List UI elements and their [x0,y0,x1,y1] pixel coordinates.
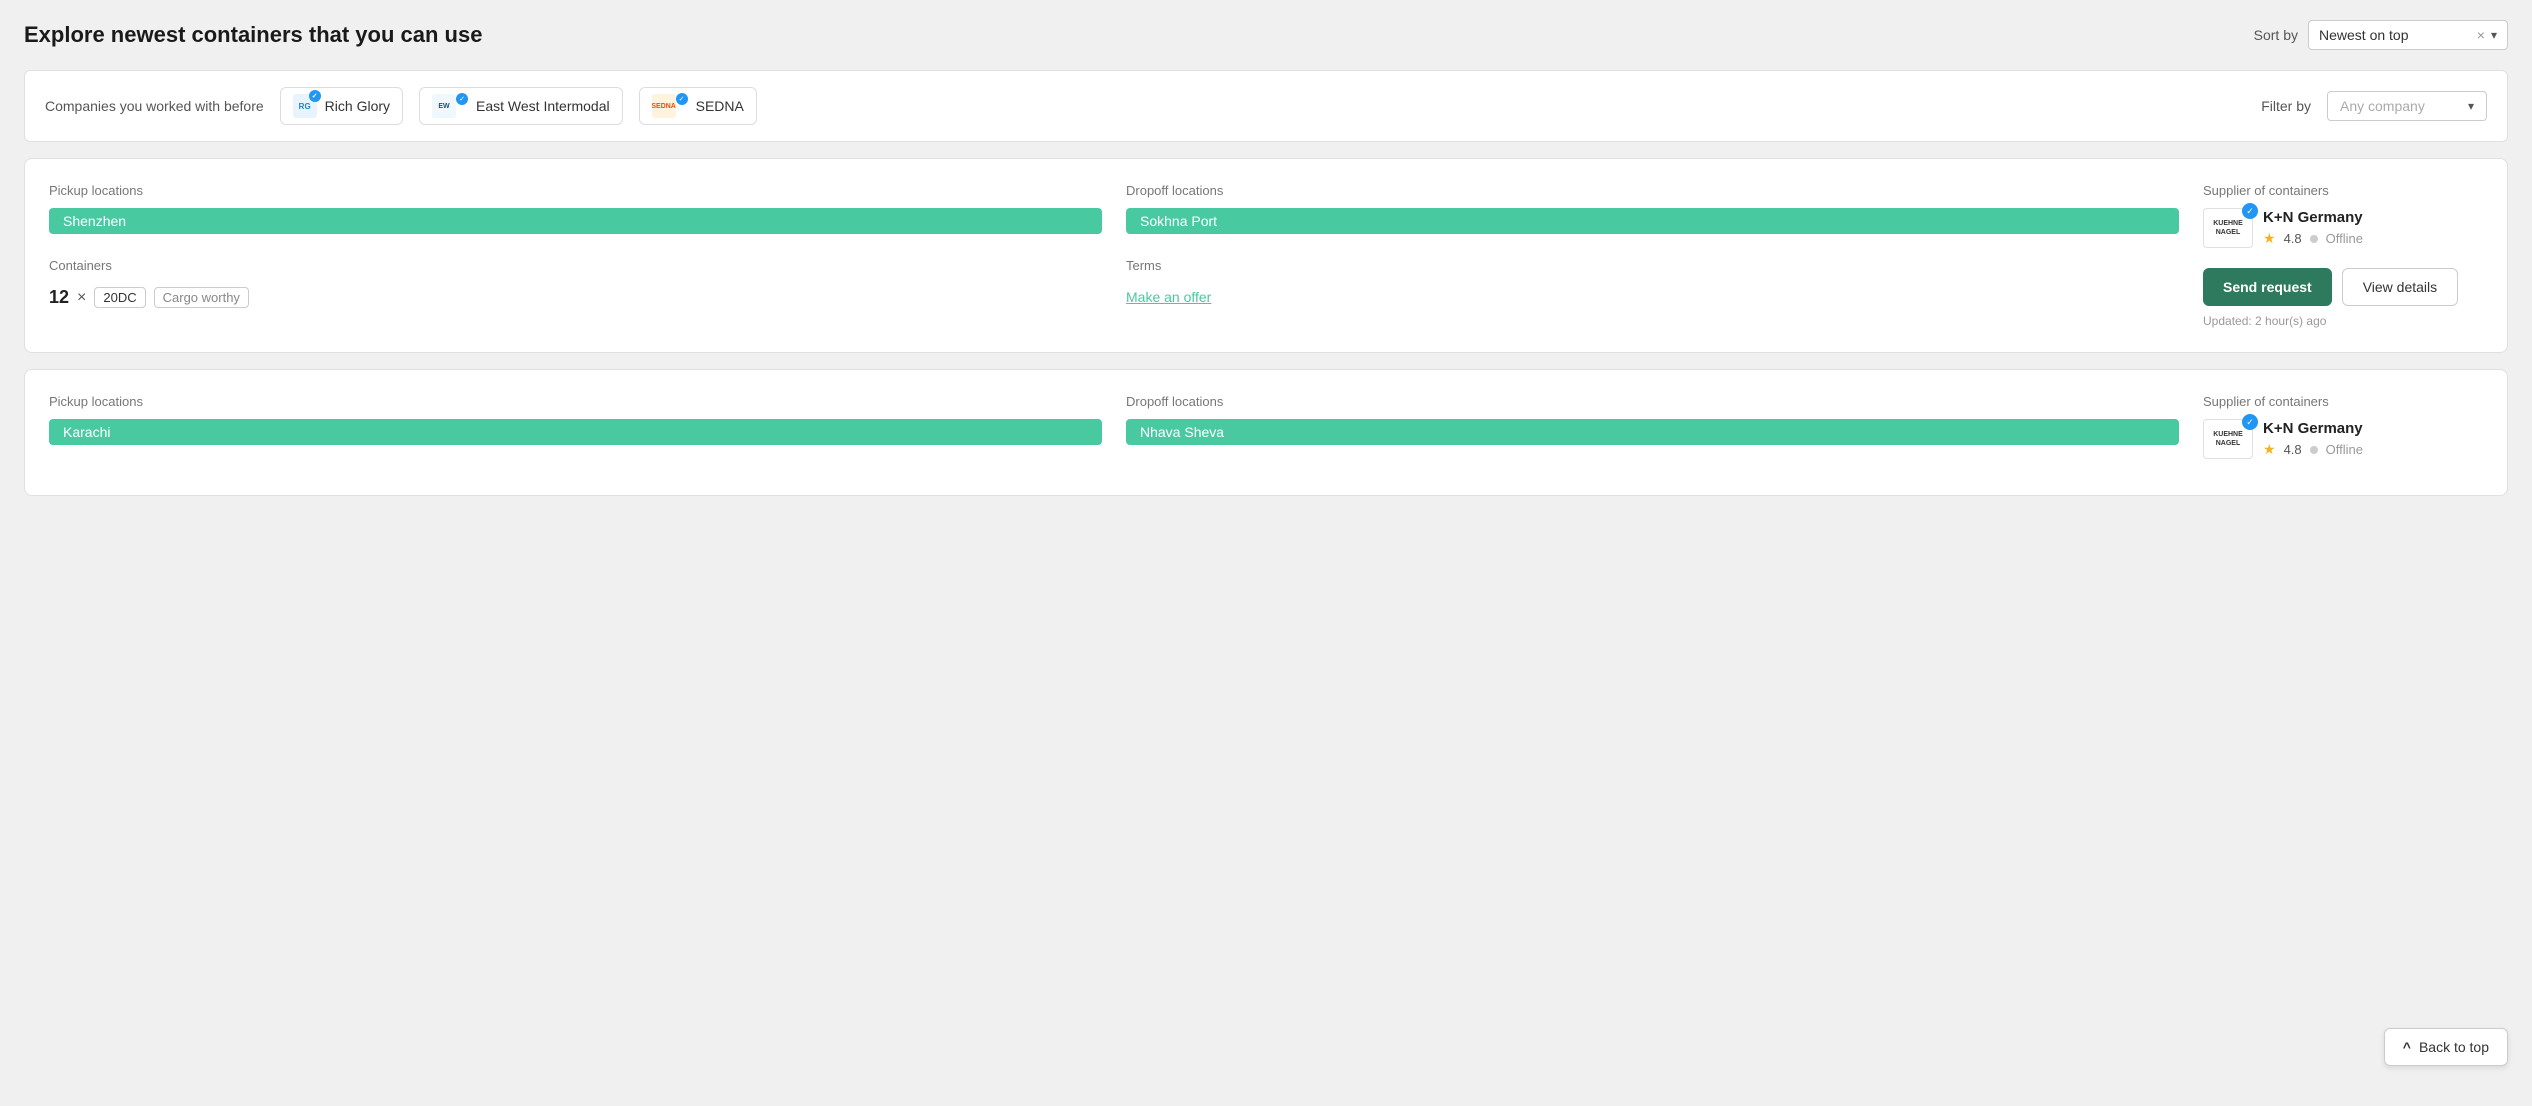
supplier-logo-container-1: KUEHNENAGEL ✓ [2203,419,2253,459]
dropoff-label: Dropoff locations [1126,183,2179,198]
container-condition-badge: Cargo worthy [154,287,249,308]
supplier-header: KUEHNENAGEL ✓ K+N Germany ★ 4.8 Offline [2203,208,2363,248]
offline-text: Offline [2326,231,2363,246]
pickup-section-1: Pickup locations Karachi [49,394,1102,445]
supplier-header-1: KUEHNENAGEL ✓ K+N Germany ★ 4.8 Offline [2203,419,2363,459]
rating-row: ★ 4.8 Offline [2263,230,2363,247]
pickup-section: Pickup locations Shenzhen [49,183,1102,234]
containers-row: 12 × 20DC Cargo worthy [49,287,1102,308]
supplier-name-1: K+N Germany [2263,420,2363,437]
supplier-section-1: Supplier of containers KUEHNENAGEL ✓ K+N… [2203,394,2483,471]
supplier-info: K+N Germany ★ 4.8 Offline [2263,209,2363,247]
company-logo-rich-glory: RG ✓ [293,94,317,118]
rating-value-1: 4.8 [2284,442,2302,457]
company-name-rich-glory: Rich Glory [325,98,390,114]
supplier-name: K+N Germany [2263,209,2363,226]
supplier-verified-icon: ✓ [2242,203,2258,219]
company-chip-sedna[interactable]: SEDNA ✓ SEDNA [639,87,757,125]
pickup-tag-1: Karachi [49,419,1102,445]
supplier-info-1: K+N Germany ★ 4.8 Offline [2263,420,2363,458]
sort-selected-value: Newest on top [2319,27,2477,43]
back-to-top-button[interactable]: ^ Back to top [2384,1028,2508,1066]
containers-times: × [77,289,86,307]
card-actions: Send request View details [2203,268,2458,306]
verified-badge-sedna: ✓ [676,93,688,105]
star-icon-1: ★ [2263,441,2276,458]
offline-dot-1 [2310,446,2318,454]
dropoff-tag: Sokhna Port [1126,208,2179,234]
back-to-top-chevron: ^ [2403,1039,2411,1055]
company-chip-east-west[interactable]: EW ✓ East West Intermodal [419,87,623,125]
supplier-label-1: Supplier of containers [2203,394,2329,409]
companies-label: Companies you worked with before [45,98,264,114]
verified-badge-rich-glory: ✓ [309,90,321,102]
filter-placeholder: Any company [2340,98,2460,114]
terms-section: Terms Make an offer [1126,258,2179,305]
page-title: Explore newest containers that you can u… [24,22,482,48]
supplier-label: Supplier of containers [2203,183,2329,198]
send-request-button[interactable]: Send request [2203,268,2332,306]
make-offer-link[interactable]: Make an offer [1126,289,2179,305]
rating-row-1: ★ 4.8 Offline [2263,441,2363,458]
filter-bar: Companies you worked with before RG ✓ Ri… [24,70,2508,142]
offline-text-1: Offline [2326,442,2363,457]
listing-card-0: Pickup locations Shenzhen Containers 12 … [24,158,2508,353]
supplier-logo-container: KUEHNENAGEL ✓ [2203,208,2253,248]
offline-dot [2310,235,2318,243]
containers-count: 12 [49,287,69,308]
back-to-top-label: Back to top [2419,1039,2489,1055]
sort-select[interactable]: Newest on top × ▾ [2308,20,2508,50]
pickup-tag: Shenzhen [49,208,1102,234]
filter-by-label: Filter by [2261,98,2311,114]
pickup-label: Pickup locations [49,183,1102,198]
dropoff-tag-1: Nhava Sheva [1126,419,2179,445]
sort-by-label: Sort by [2254,27,2298,43]
terms-label: Terms [1126,258,2179,273]
filter-company-select[interactable]: Any company ▾ [2327,91,2487,121]
sort-clear-icon[interactable]: × [2477,27,2485,43]
page-header: Explore newest containers that you can u… [24,20,2508,50]
listing-card-1: Pickup locations Karachi Dropoff locatio… [24,369,2508,496]
view-details-button[interactable]: View details [2342,268,2458,306]
dropoff-section: Dropoff locations Sokhna Port [1126,183,2179,234]
sort-chevron-icon: ▾ [2491,28,2497,42]
filter-chevron-icon: ▾ [2468,99,2474,113]
rating-value: 4.8 [2284,231,2302,246]
supplier-verified-icon-1: ✓ [2242,414,2258,430]
company-name-east-west: East West Intermodal [476,98,610,114]
company-logo-sedna: SEDNA [652,94,676,118]
supplier-section-0: Supplier of containers KUEHNENAGEL ✓ K+N… [2203,183,2483,328]
verified-badge-east-west: ✓ [456,93,468,105]
pickup-label-1: Pickup locations [49,394,1102,409]
company-name-sedna: SEDNA [696,98,744,114]
containers-section: Containers 12 × 20DC Cargo worthy [49,258,1102,308]
company-chip-rich-glory[interactable]: RG ✓ Rich Glory [280,87,403,125]
updated-text: Updated: 2 hour(s) ago [2203,314,2326,328]
company-logo-east-west: EW [432,94,456,118]
star-icon: ★ [2263,230,2276,247]
containers-label: Containers [49,258,1102,273]
container-type-badge: 20DC [94,287,145,308]
dropoff-label-1: Dropoff locations [1126,394,2179,409]
dropoff-section-1: Dropoff locations Nhava Sheva [1126,394,2179,445]
sort-wrapper: Sort by Newest on top × ▾ [2254,20,2508,50]
